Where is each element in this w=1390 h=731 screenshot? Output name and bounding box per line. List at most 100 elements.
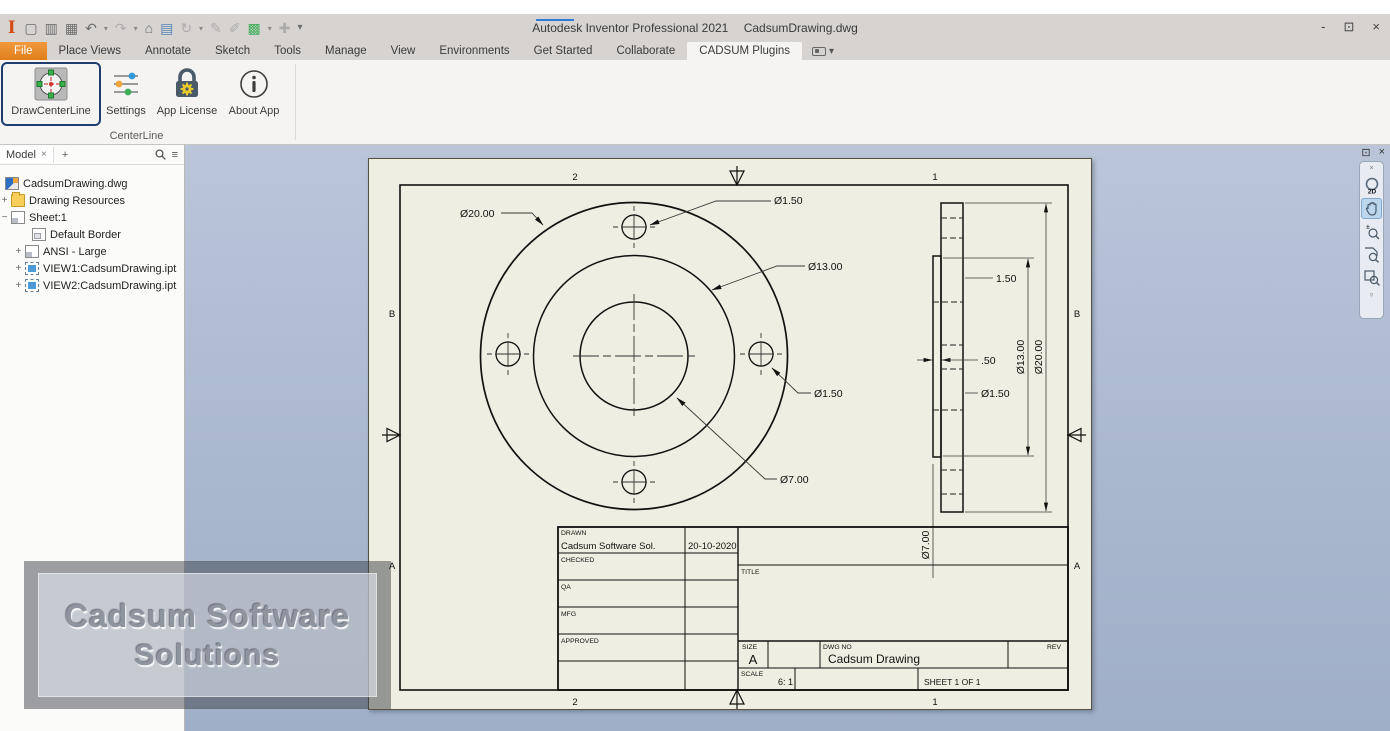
zone-label: A [1074, 561, 1081, 572]
browser-new-tab-button[interactable]: + [54, 149, 76, 161]
tb-rev-label: REV [1047, 644, 1061, 651]
browser-tree: CadsumDrawing.dwg + Drawing Resources − … [0, 169, 184, 294]
pan-icon[interactable] [1361, 198, 1382, 219]
about-app-icon [222, 64, 286, 104]
title-block-icon [25, 245, 39, 258]
zone-label: 2 [572, 172, 577, 183]
navigation-bar: × 2D ± [1359, 161, 1384, 319]
zone-marker-icons [382, 166, 1086, 709]
tree-item-label: VIEW2:CadsumDrawing.ipt [43, 280, 176, 292]
tb-dwgno-value: Cadsum Drawing [828, 652, 920, 666]
search-icon[interactable] [155, 149, 166, 160]
dim-outer-dia: Ø20.00 [460, 208, 495, 220]
tab-get-started[interactable]: Get Started [522, 42, 605, 60]
steering-wheel-2d-icon[interactable]: 2D [1361, 175, 1382, 196]
tree-item-label: Drawing Resources [29, 195, 125, 207]
tree-item-view1[interactable]: + VIEW1:CadsumDrawing.ipt [0, 260, 184, 277]
svg-text:±: ± [1366, 224, 1370, 231]
tab-place-views[interactable]: Place Views [47, 42, 133, 60]
settings-label: Settings [100, 105, 152, 117]
zone-label: B [1074, 309, 1080, 320]
panel-separator [295, 64, 296, 140]
tb-dwgno-label: DWG NO [823, 644, 852, 651]
tab-collaborate[interactable]: Collaborate [604, 42, 687, 60]
collapse-icon[interactable]: − [0, 212, 9, 223]
sheet-svg: 2 1 2 1 B A B A [368, 158, 1092, 710]
tb-qa-label: QA [561, 584, 571, 591]
doc-close-icon[interactable]: × [1379, 146, 1385, 159]
tree-item-document[interactable]: CadsumDrawing.dwg [0, 175, 184, 192]
tab-tools[interactable]: Tools [262, 42, 313, 60]
ribbon-toggle-arrow: ▾ [829, 46, 834, 57]
ribbon-panel: DrawCenterLine Settings [0, 60, 1390, 145]
tb-checked-label: CHECKED [561, 557, 594, 564]
tb-mfg-label: MFG [561, 611, 576, 618]
minimize-button[interactable]: - [1321, 19, 1325, 35]
tree-item-label: VIEW1:CadsumDrawing.ipt [43, 263, 176, 275]
tree-item-default-border[interactable]: Default Border [0, 226, 184, 243]
tree-item-view2[interactable]: + VIEW2:CadsumDrawing.ipt [0, 277, 184, 294]
tab-environments[interactable]: Environments [427, 42, 521, 60]
dim-thickness: .50 [981, 355, 996, 367]
tab-annotate[interactable]: Annotate [133, 42, 203, 60]
tree-item-label: Sheet:1 [29, 212, 67, 224]
border-icon [32, 228, 46, 241]
zone-label: 1 [932, 697, 937, 708]
tab-manage[interactable]: Manage [313, 42, 379, 60]
draw-centerline-icon [3, 64, 99, 104]
draw-centerline-label: DrawCenterLine [3, 105, 99, 117]
browser-tab-model[interactable]: Model × [0, 147, 54, 163]
about-app-button[interactable]: About App [222, 64, 286, 124]
tree-item-sheet1[interactable]: − Sheet:1 [0, 209, 184, 226]
app-name: Autodesk Inventor Professional 2021 [526, 21, 734, 35]
restore-button[interactable]: ⊡ [1344, 19, 1355, 35]
svg-text:2D: 2D [1367, 188, 1376, 195]
tab-file[interactable]: File [0, 42, 47, 60]
tree-item-label: ANSI - Large [43, 246, 107, 258]
expand-icon[interactable]: + [14, 263, 23, 274]
tree-item-drawing-resources[interactable]: + Drawing Resources [0, 192, 184, 209]
tab-view[interactable]: View [379, 42, 428, 60]
close-button[interactable]: × [1372, 19, 1380, 35]
browser-menu-icon[interactable]: ≡ [172, 149, 178, 161]
ribbon-toggle-icon [812, 47, 826, 56]
drawing-sheet[interactable]: 2 1 2 1 B A B A [368, 158, 1092, 710]
zone-label: 2 [572, 697, 577, 708]
tree-item-ansi-large[interactable]: + ANSI - Large [0, 243, 184, 260]
dim-outer-dia-side: Ø20.00 [1033, 340, 1045, 375]
doc-restore-icon[interactable]: ⊡ [1361, 146, 1370, 159]
centerlines [487, 206, 782, 503]
ribbon-display-toggle[interactable]: ▾ [802, 42, 844, 60]
zoom-window-icon[interactable] [1361, 244, 1382, 265]
inventor-window: I ▢ ▥ ▦ ↶ ▾ ↷ ▾ ⌂ ▤ ↻ ▾ ✎ ✐ ▩ ▾ ✚ ▾ Auto… [0, 0, 1390, 731]
expand-icon[interactable]: + [14, 246, 23, 257]
watermark-line1: Cadsum Software [65, 598, 350, 635]
expand-icon[interactable]: + [14, 280, 23, 291]
tb-scale-label: SCALE [741, 671, 764, 678]
sheet-icon [11, 211, 25, 224]
tb-drawn-date: 20-10-2020 [688, 541, 737, 552]
tb-title-label: TITLE [741, 569, 760, 576]
draw-centerline-button[interactable]: DrawCenterLine [3, 64, 99, 124]
browser-tab-close-icon[interactable]: × [41, 149, 47, 160]
view-icon [25, 262, 39, 275]
view-icon [25, 279, 39, 292]
tree-item-label: CadsumDrawing.dwg [23, 178, 128, 190]
settings-icon [100, 64, 152, 104]
browser-tab-label: Model [6, 149, 36, 161]
zoom-icon[interactable]: ± [1361, 221, 1382, 242]
navbar-more-icon[interactable]: ▿ [1370, 290, 1374, 299]
expand-icon[interactable]: + [0, 195, 9, 206]
zoom-selected-icon[interactable] [1361, 267, 1382, 288]
dim-hole-dia-right: Ø1.50 [814, 388, 843, 400]
navbar-close-icon[interactable]: × [1369, 164, 1373, 173]
dim-hole-dia-side: Ø1.50 [981, 388, 1010, 400]
dim-bolt-dia-side: Ø13.00 [1015, 340, 1027, 375]
ribbon-tab-bar: File Place Views Annotate Sketch Tools M… [0, 42, 1390, 60]
app-license-button[interactable]: App License [152, 64, 222, 124]
tab-cadsum-plugins[interactable]: CADSUM Plugins [687, 42, 802, 60]
tb-approved-label: APPROVED [561, 638, 599, 645]
settings-button[interactable]: Settings [100, 64, 152, 124]
tab-sketch[interactable]: Sketch [203, 42, 262, 60]
top-strip [0, 0, 1390, 14]
